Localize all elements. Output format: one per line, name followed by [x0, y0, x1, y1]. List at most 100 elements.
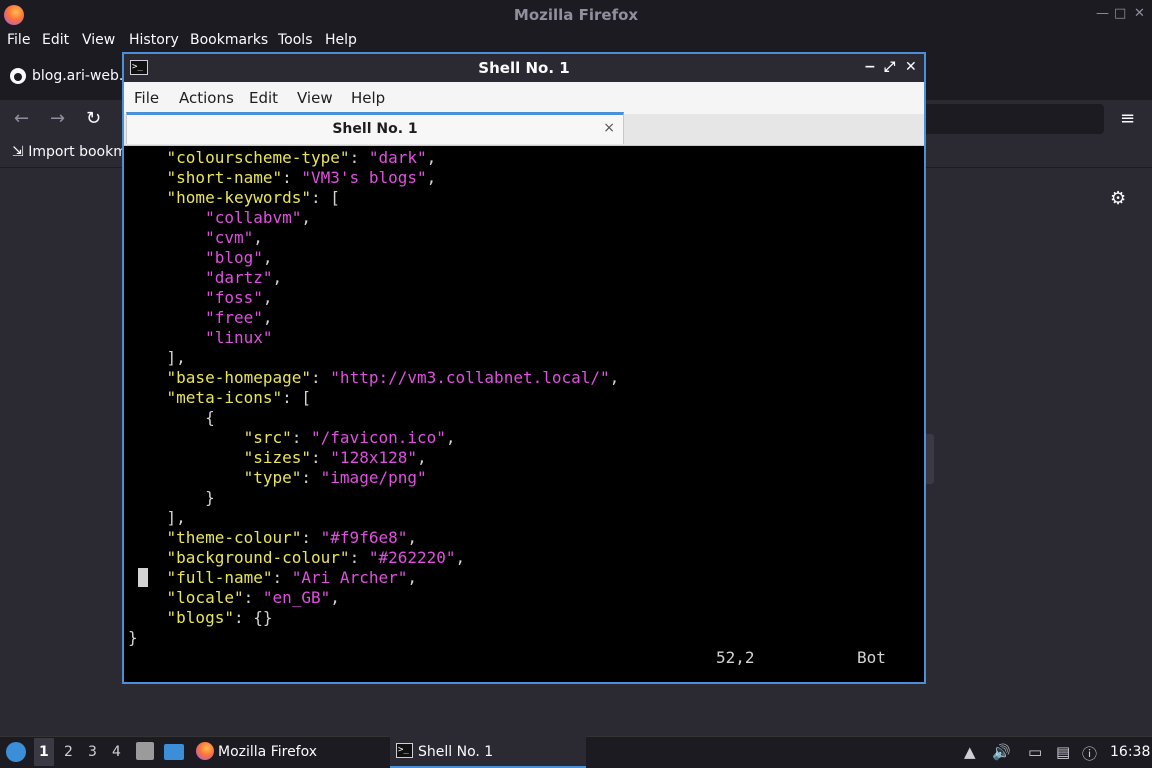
firefox-menubar: File Edit View History Bookmarks Tools H… — [0, 30, 1152, 52]
back-arrow-icon[interactable]: ← — [14, 108, 29, 129]
firefox-menu-edit[interactable]: Edit — [42, 32, 69, 48]
terminal-line-key: "sizes" — [243, 448, 312, 467]
firefox-menu-history[interactable]: History — [129, 32, 179, 48]
hamburger-menu-icon[interactable]: ≡ — [1120, 108, 1135, 129]
terminal-line-sep: : — [272, 568, 292, 587]
terminal-line: ], — [128, 508, 186, 528]
terminal-line-indent — [128, 228, 205, 247]
firefox-menu-file[interactable]: File — [7, 32, 30, 48]
firefox-task-label[interactable]: Mozilla Firefox — [218, 744, 317, 760]
shell-task-label[interactable]: Shell No. 1 — [418, 744, 493, 760]
terminal-line: } — [128, 488, 215, 508]
terminal-line-sep: : — [349, 148, 369, 167]
terminal-line-key: "short-name" — [166, 168, 283, 187]
tab-close-icon[interactable]: × — [603, 120, 615, 136]
file-manager-icon[interactable] — [136, 742, 154, 760]
firefox-close-icon[interactable]: ✕ — [1134, 6, 1145, 21]
terminal-line-val: "image/png" — [320, 468, 427, 487]
terminal-line-val: "dartz" — [205, 268, 273, 287]
terminal-line: "dartz", — [128, 268, 282, 288]
terminal-line-val: "blog" — [205, 248, 263, 267]
terminal-line-tail: , — [301, 208, 312, 227]
shell-menu-view[interactable]: View — [297, 89, 333, 107]
terminal-line-sep: : — [282, 168, 302, 187]
shell-window: >_ Shell No. 1 − ⤢ ✕ File Actions Edit V… — [122, 52, 926, 684]
terminal-line-tail: , — [426, 168, 437, 187]
workspace-1[interactable]: 1 — [39, 744, 49, 760]
terminal-line-tail: , — [407, 568, 417, 587]
terminal-line-tail: , — [417, 448, 427, 467]
terminal-line-indent — [128, 288, 205, 307]
show-desktop-icon[interactable] — [164, 744, 184, 760]
shell-close-icon[interactable]: ✕ — [905, 59, 917, 75]
forward-arrow-icon[interactable]: → — [50, 108, 65, 129]
import-bookmarks-button[interactable]: ⇲ Import bookm — [12, 144, 127, 160]
terminal-line-indent — [128, 548, 167, 567]
terminal-line-key: "background-colour" — [166, 548, 350, 567]
shell-menubar: File Actions Edit View Help — [124, 82, 924, 114]
shell-titlebar[interactable]: >_ Shell No. 1 − ⤢ ✕ — [124, 54, 924, 82]
terminal-line-indent — [128, 148, 167, 167]
workspace-4[interactable]: 4 — [112, 744, 121, 760]
reload-icon[interactable]: ↻ — [86, 108, 101, 129]
terminal-line-tail: , — [330, 588, 340, 607]
terminal-line-sep: ], — [166, 348, 186, 367]
terminal-line-tail: , — [262, 248, 273, 267]
terminal-line-val: "linux" — [205, 328, 273, 347]
shell-menu-help[interactable]: Help — [351, 89, 385, 107]
cursor-position-status: 52,2 — [716, 648, 755, 667]
firefox-minimize-icon[interactable]: — — [1096, 6, 1109, 21]
shell-tab[interactable]: Shell No. 1 × — [126, 112, 624, 144]
terminal-line: "foss", — [128, 288, 272, 308]
shell-tab-label: Shell No. 1 — [332, 121, 418, 137]
terminal-line-sep: : — [291, 428, 312, 447]
shell-menu-file[interactable]: File — [134, 89, 159, 107]
firefox-task-icon[interactable] — [196, 742, 214, 760]
terminal-line-val: "collabvm" — [205, 208, 302, 227]
terminal-line: "collabvm", — [128, 208, 311, 228]
shell-minimize-icon[interactable]: − — [864, 59, 876, 75]
terminal-line-sep: : — [349, 548, 369, 567]
terminal-line-indent — [128, 448, 244, 467]
network-icon[interactable]: ▭ — [1028, 743, 1042, 761]
up-arrow-icon[interactable]: ▲ — [964, 743, 976, 761]
terminal-line-tail: , — [609, 368, 620, 387]
clipboard-icon[interactable]: ▤ — [1056, 743, 1070, 761]
start-menu-icon[interactable] — [6, 742, 26, 762]
shell-menu-edit[interactable]: Edit — [249, 89, 278, 107]
terminal-line-val: "http://vm3.collabnet.local/" — [330, 368, 610, 387]
clock: 16:38 — [1110, 744, 1151, 760]
workspace-2[interactable]: 2 — [64, 744, 73, 760]
terminal-line: "free", — [128, 308, 272, 328]
notification-icon[interactable]: ⓘ — [1082, 743, 1097, 764]
terminal-line-sep: } — [128, 628, 138, 647]
terminal-line-tail: , — [253, 228, 263, 247]
settings-gear-icon[interactable]: ⚙ — [1110, 188, 1126, 209]
shell-maximize-icon[interactable]: ⤢ — [884, 59, 895, 75]
firefox-tab[interactable]: blog.ari-web.x — [6, 60, 132, 94]
terminal-output[interactable]: "colourscheme-type": "dark", "short-name… — [126, 147, 922, 682]
firefox-menu-help[interactable]: Help — [325, 32, 357, 48]
firefox-url-bar[interactable] — [920, 104, 1104, 134]
terminal-line-indent — [128, 268, 205, 287]
terminal-line-val: "Ari Archer" — [291, 568, 408, 587]
terminal-line: "type": "image/png" — [128, 468, 427, 488]
firefox-menu-bookmarks[interactable]: Bookmarks — [190, 32, 268, 48]
terminal-line-indent — [128, 608, 167, 627]
workspace-3[interactable]: 3 — [88, 744, 97, 760]
volume-icon[interactable]: 🔊 — [992, 743, 1011, 761]
firefox-restore-icon[interactable]: □ — [1114, 6, 1126, 21]
terminal-line: "blogs": {} — [128, 608, 273, 628]
terminal-line: "background-colour": "#262220", — [128, 548, 466, 568]
terminal-line-sep: : [ — [282, 388, 312, 407]
firefox-menu-view[interactable]: View — [82, 32, 115, 48]
firefox-menu-tools[interactable]: Tools — [278, 32, 313, 48]
terminal-line-indent — [128, 368, 167, 387]
terminal-line-tail: , — [407, 528, 417, 547]
terminal-line-indent — [128, 408, 205, 427]
terminal-line-indent — [128, 308, 205, 327]
terminal-line-key: "locale" — [166, 588, 244, 607]
terminal-line-key: "src" — [243, 428, 292, 447]
terminal-line-indent — [128, 168, 167, 187]
shell-menu-actions[interactable]: Actions — [179, 89, 234, 107]
